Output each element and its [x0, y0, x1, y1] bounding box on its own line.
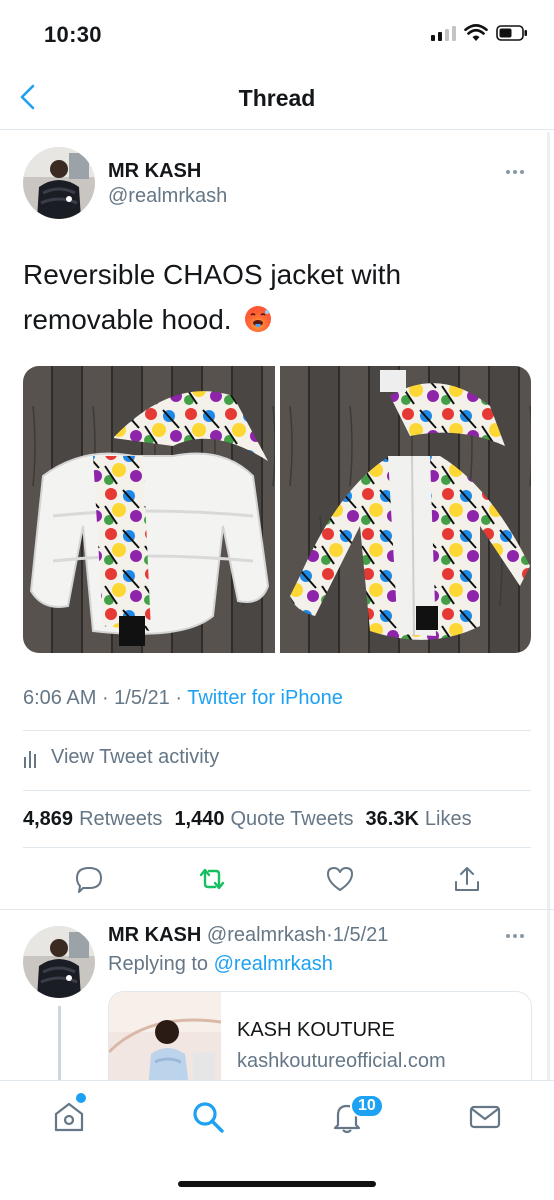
wifi-icon: [464, 24, 488, 41]
replying-to-handle[interactable]: @realmrkash: [214, 953, 333, 975]
likes-stat[interactable]: 36.3K Likes: [366, 808, 472, 831]
replying-to: Replying to @realmrkash: [108, 953, 333, 976]
activity-bars-icon: [24, 750, 36, 768]
retweets-stat[interactable]: 4,869 Retweets: [23, 808, 162, 831]
home-indicator[interactable]: [178, 1181, 376, 1187]
battery-icon: [496, 25, 527, 41]
search-icon[interactable]: [190, 1099, 226, 1135]
tweet-source-link[interactable]: Twitter for iPhone: [187, 687, 343, 709]
divider: [23, 847, 531, 848]
page-title: Thread: [238, 85, 316, 111]
tweet-text: Reversible CHAOS jacket with removable h…: [23, 252, 523, 342]
divider: [23, 730, 531, 731]
tweet-stats: 4,869 Retweets 1,440 Quote Tweets 36.3K Lik…: [23, 808, 472, 831]
hot-face-emoji-icon: [245, 306, 272, 332]
retweets-count: 4,869: [23, 808, 74, 830]
media-photo-1[interactable]: [23, 366, 275, 653]
reply-header: MR KASH @realmrkash·1/5/21: [108, 924, 389, 946]
avatar-photo: [23, 926, 95, 998]
home-new-content-dot: [76, 1093, 86, 1103]
quote-tweets-label: Quote Tweets: [230, 808, 354, 830]
jacket-white-photo: [23, 366, 275, 653]
status-bar: 10:30: [0, 0, 554, 66]
reply-author-handle[interactable]: @realmrkash: [207, 924, 326, 946]
author-name[interactable]: MR KASH: [108, 160, 201, 183]
avatar-photo: [23, 147, 95, 219]
activity-label: View Tweet activity: [51, 746, 220, 768]
reply-date: 1/5/21: [332, 924, 389, 946]
status-icons: [431, 24, 528, 42]
reply-icon[interactable]: [74, 864, 104, 894]
tweet-time: 6:06 AM: [23, 687, 97, 709]
author-handle[interactable]: @realmrkash: [108, 185, 227, 208]
quote-tweets-count: 1,440: [174, 808, 225, 830]
more-options-icon[interactable]: [506, 931, 532, 941]
scrollbar[interactable]: [547, 132, 550, 1082]
replying-to-prefix: Replying to: [108, 953, 209, 975]
tweet-media-grid: [23, 366, 531, 653]
like-heart-icon[interactable]: [325, 864, 355, 894]
status-time: 10:30: [44, 22, 102, 47]
likes-count: 36.3K: [365, 808, 419, 830]
tweet-actions: [0, 858, 554, 902]
thread-header: Thread: [0, 66, 554, 130]
tweet-body: Reversible CHAOS jacket with removable h…: [23, 259, 402, 335]
likes-label: Likes: [424, 808, 472, 830]
tweet-meta: 6:06 AM · 1/5/21 · Twitter for iPhone: [23, 687, 343, 709]
jacket-print-photo: [279, 366, 531, 653]
media-photo-2[interactable]: [279, 366, 531, 653]
notification-count-badge: 10: [350, 1094, 384, 1118]
retweet-icon[interactable]: [197, 864, 227, 894]
divider: [23, 790, 531, 791]
retweets-label: Retweets: [79, 808, 163, 830]
section-divider: [0, 909, 554, 910]
share-icon[interactable]: [452, 864, 482, 894]
reply-author-name[interactable]: MR KASH: [108, 924, 201, 946]
tweet-date: 1/5/21: [114, 687, 170, 709]
home-icon[interactable]: [51, 1099, 87, 1135]
messages-envelope-icon[interactable]: [467, 1099, 503, 1135]
more-options-icon[interactable]: [506, 167, 532, 177]
cellular-signal-icon: [431, 25, 456, 41]
link-card-domain: kashkoutureofficial.com: [237, 1050, 446, 1072]
link-card-title: KASH KOUTURE: [237, 1019, 395, 1041]
author-avatar[interactable]: [23, 147, 95, 219]
quote-tweets-stat[interactable]: 1,440 Quote Tweets: [174, 808, 353, 831]
view-tweet-activity-button[interactable]: View Tweet activity: [23, 746, 219, 769]
thread-connector-line: [58, 1006, 61, 1086]
reply-author-avatar[interactable]: [23, 926, 95, 998]
